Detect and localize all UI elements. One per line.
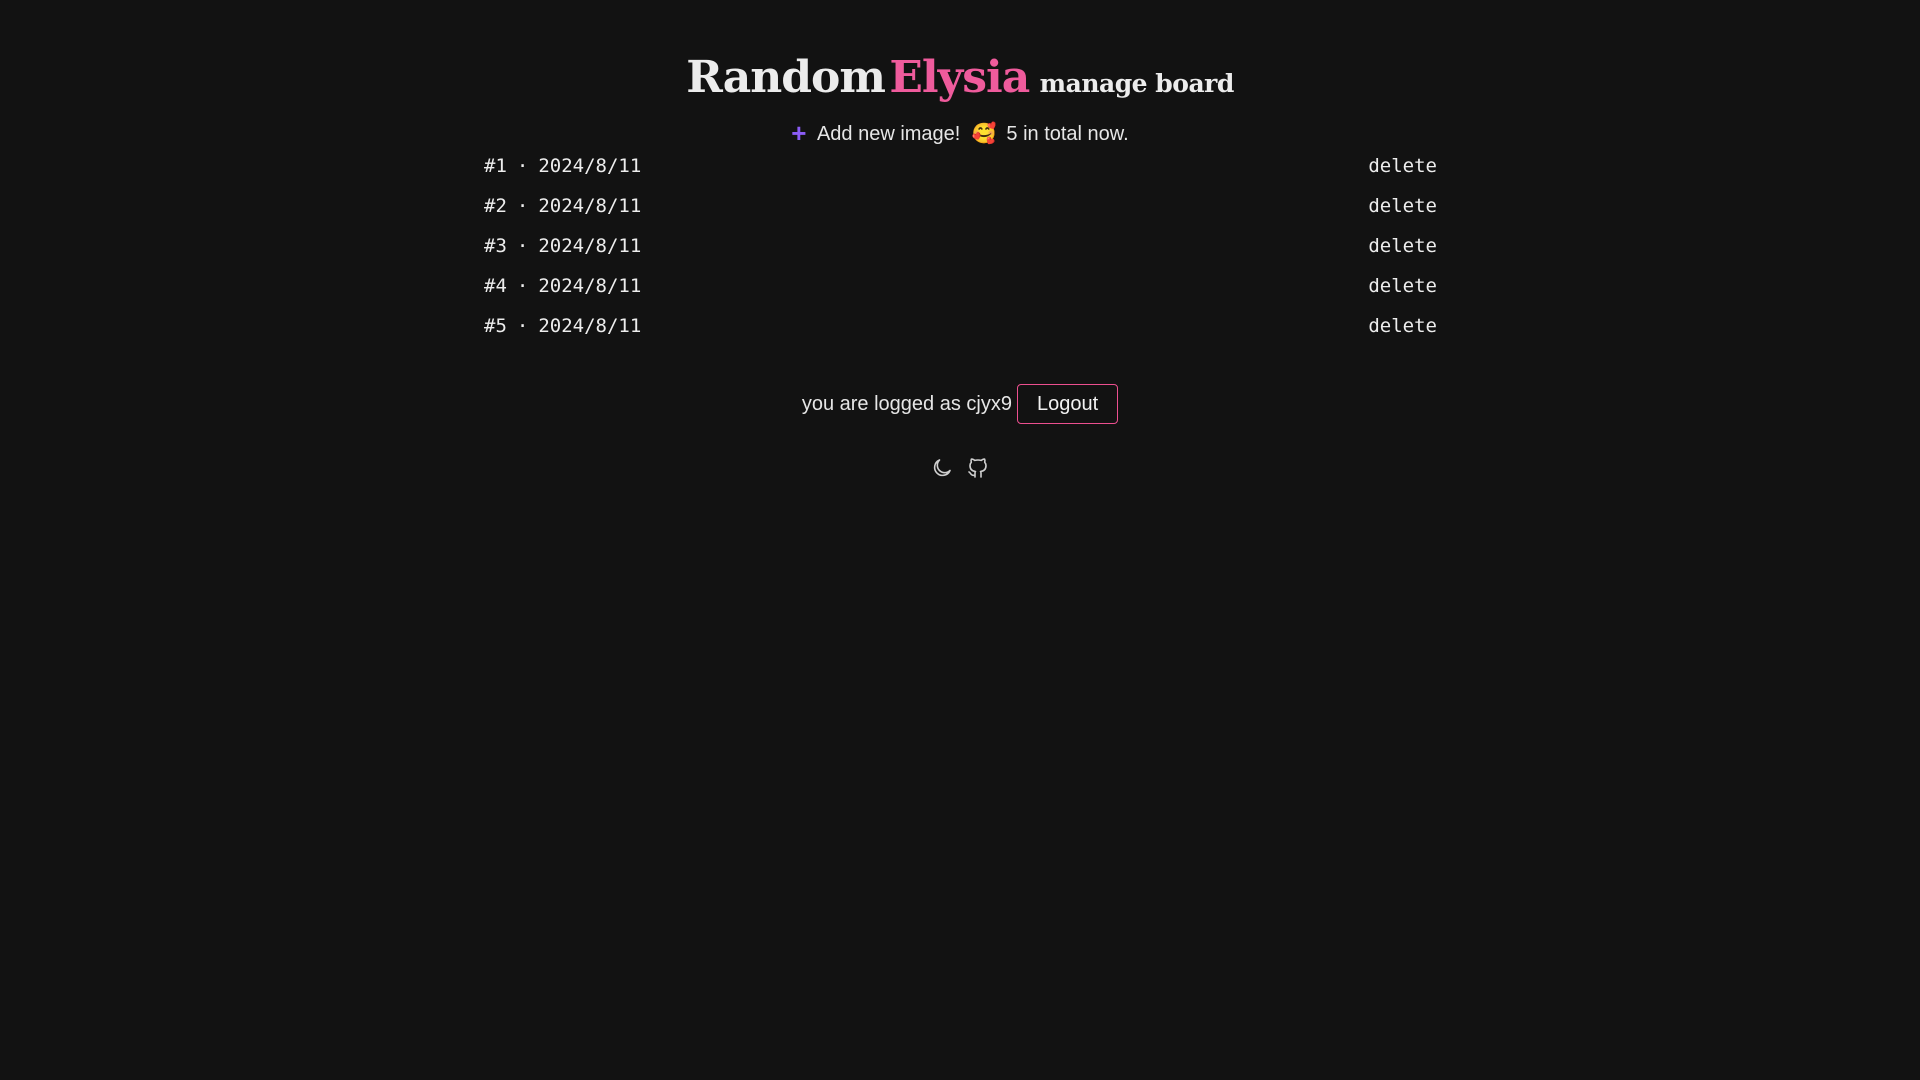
logout-button[interactable]: Logout — [1016, 384, 1119, 424]
smiling-face-with-hearts-icon: 🥰 — [971, 123, 997, 145]
title-accent: Elysia — [889, 52, 1030, 103]
image-id: #3 — [484, 235, 507, 257]
image-id: #4 — [484, 275, 507, 297]
separator: · — [516, 155, 529, 177]
page: Random Elysia manage board + Add new ima… — [0, 0, 1920, 1080]
image-date: 2024/8/11 — [538, 315, 642, 337]
github-icon[interactable] — [966, 456, 990, 480]
image-id: #5 — [484, 315, 507, 337]
list-item: #4 · 2024/8/11 delete — [484, 266, 1437, 306]
title-main: Random — [686, 52, 886, 103]
add-image-bar: + Add new image! 🥰 5 in total now. — [0, 118, 1920, 149]
list-item: #2 · 2024/8/11 delete — [484, 186, 1437, 226]
image-date: 2024/8/11 — [538, 155, 642, 177]
delete-button[interactable]: delete — [1368, 155, 1437, 177]
page-header: Random Elysia manage board — [0, 52, 1920, 103]
image-date: 2024/8/11 — [538, 235, 642, 257]
moon-icon[interactable] — [930, 456, 954, 480]
image-id: #2 — [484, 195, 507, 217]
separator: · — [516, 195, 529, 217]
list-item: #5 · 2024/8/11 delete — [484, 306, 1437, 346]
image-total-count: 5 in total now. — [1006, 123, 1129, 145]
delete-button[interactable]: delete — [1368, 275, 1437, 297]
plus-icon[interactable]: + — [791, 118, 806, 149]
list-item: #1 · 2024/8/11 delete — [484, 146, 1437, 186]
title-subtitle: manage board — [1039, 69, 1235, 98]
delete-button[interactable]: delete — [1368, 195, 1437, 217]
delete-button[interactable]: delete — [1368, 315, 1437, 337]
footer-icons — [0, 456, 1920, 480]
image-date: 2024/8/11 — [538, 275, 642, 297]
separator: · — [516, 315, 529, 337]
separator: · — [516, 235, 529, 257]
login-status: you are logged as cjyx9 Logout — [0, 384, 1920, 424]
image-date: 2024/8/11 — [538, 195, 642, 217]
add-image-link[interactable]: Add new image! — [817, 123, 960, 145]
image-id: #1 — [484, 155, 507, 177]
delete-button[interactable]: delete — [1368, 235, 1437, 257]
image-list: #1 · 2024/8/11 delete #2 · 2024/8/11 delete … — [484, 146, 1437, 346]
list-item: #3 · 2024/8/11 delete — [484, 226, 1437, 266]
logged-in-text: you are logged as cjyx9 — [801, 392, 1012, 415]
separator: · — [516, 275, 529, 297]
